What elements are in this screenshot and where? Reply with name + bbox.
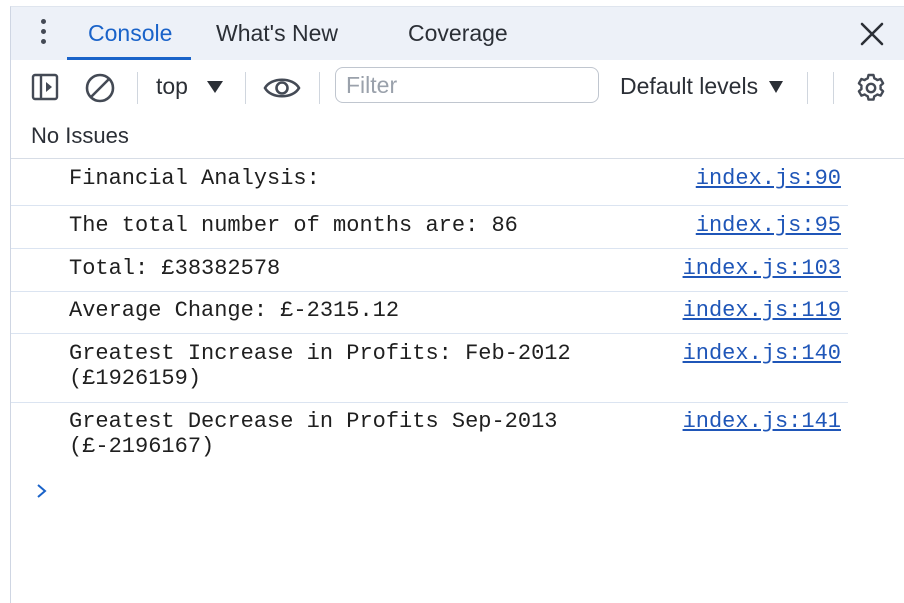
toolbar-divider xyxy=(319,72,320,104)
toolbar-divider xyxy=(833,72,834,104)
source-link[interactable]: index.js:119 xyxy=(683,298,841,323)
console-toolbar: top Default levels xyxy=(11,60,904,116)
chevron-down-icon[interactable] xyxy=(207,81,223,93)
sidebar-toggle-icon[interactable] xyxy=(31,73,59,101)
console-message: Greatest Decrease in Profits Sep-2013 (£… xyxy=(11,402,848,470)
message-text: Average Change: £-2315.12 xyxy=(69,298,400,323)
context-selector[interactable]: top xyxy=(156,73,188,100)
source-link[interactable]: index.js:103 xyxy=(683,256,841,281)
source-link[interactable]: index.js:140 xyxy=(683,341,841,366)
console-message: Financial Analysis: index.js:90 xyxy=(11,159,848,206)
console-message: Greatest Increase in Profits: Feb-2012 (… xyxy=(11,334,848,403)
message-text: Greatest Increase in Profits: Feb-2012 (… xyxy=(69,341,571,391)
tab-coverage[interactable]: Coverage xyxy=(408,7,508,60)
clear-console-icon[interactable] xyxy=(84,72,116,104)
devtools-panel: Console What's New Coverage top Default … xyxy=(10,6,904,603)
message-text: The total number of months are: 86 xyxy=(69,213,518,238)
live-expression-icon[interactable] xyxy=(263,74,301,102)
chevron-right-icon[interactable] xyxy=(35,482,49,500)
message-text: Total: £38382578 xyxy=(69,256,281,281)
tab-whats-new[interactable]: What's New xyxy=(216,7,338,60)
issues-bar: No Issues xyxy=(11,116,904,159)
filter-input[interactable] xyxy=(335,67,599,103)
log-levels-dropdown[interactable]: Default levels xyxy=(620,73,758,100)
toolbar-divider xyxy=(807,72,808,104)
chevron-down-icon[interactable] xyxy=(769,81,783,93)
message-text: Greatest Decrease in Profits Sep-2013 (£… xyxy=(69,409,558,459)
kebab-menu-icon[interactable] xyxy=(33,19,53,47)
console-message: The total number of months are: 86 index… xyxy=(11,206,848,249)
console-message: Average Change: £-2315.12 index.js:119 xyxy=(11,291,848,334)
gear-icon[interactable] xyxy=(855,72,887,104)
issues-status[interactable]: No Issues xyxy=(31,123,129,149)
console-message: Total: £38382578 index.js:103 xyxy=(11,249,848,292)
toolbar-divider xyxy=(137,72,138,104)
message-text: Financial Analysis: xyxy=(69,166,320,191)
tab-bar: Console What's New Coverage xyxy=(11,7,904,60)
toolbar-divider xyxy=(245,72,246,104)
tab-console[interactable]: Console xyxy=(88,7,172,60)
source-link[interactable]: index.js:95 xyxy=(696,213,841,238)
close-icon[interactable] xyxy=(859,21,885,47)
source-link[interactable]: index.js:141 xyxy=(683,409,841,434)
source-link[interactable]: index.js:90 xyxy=(696,166,841,191)
